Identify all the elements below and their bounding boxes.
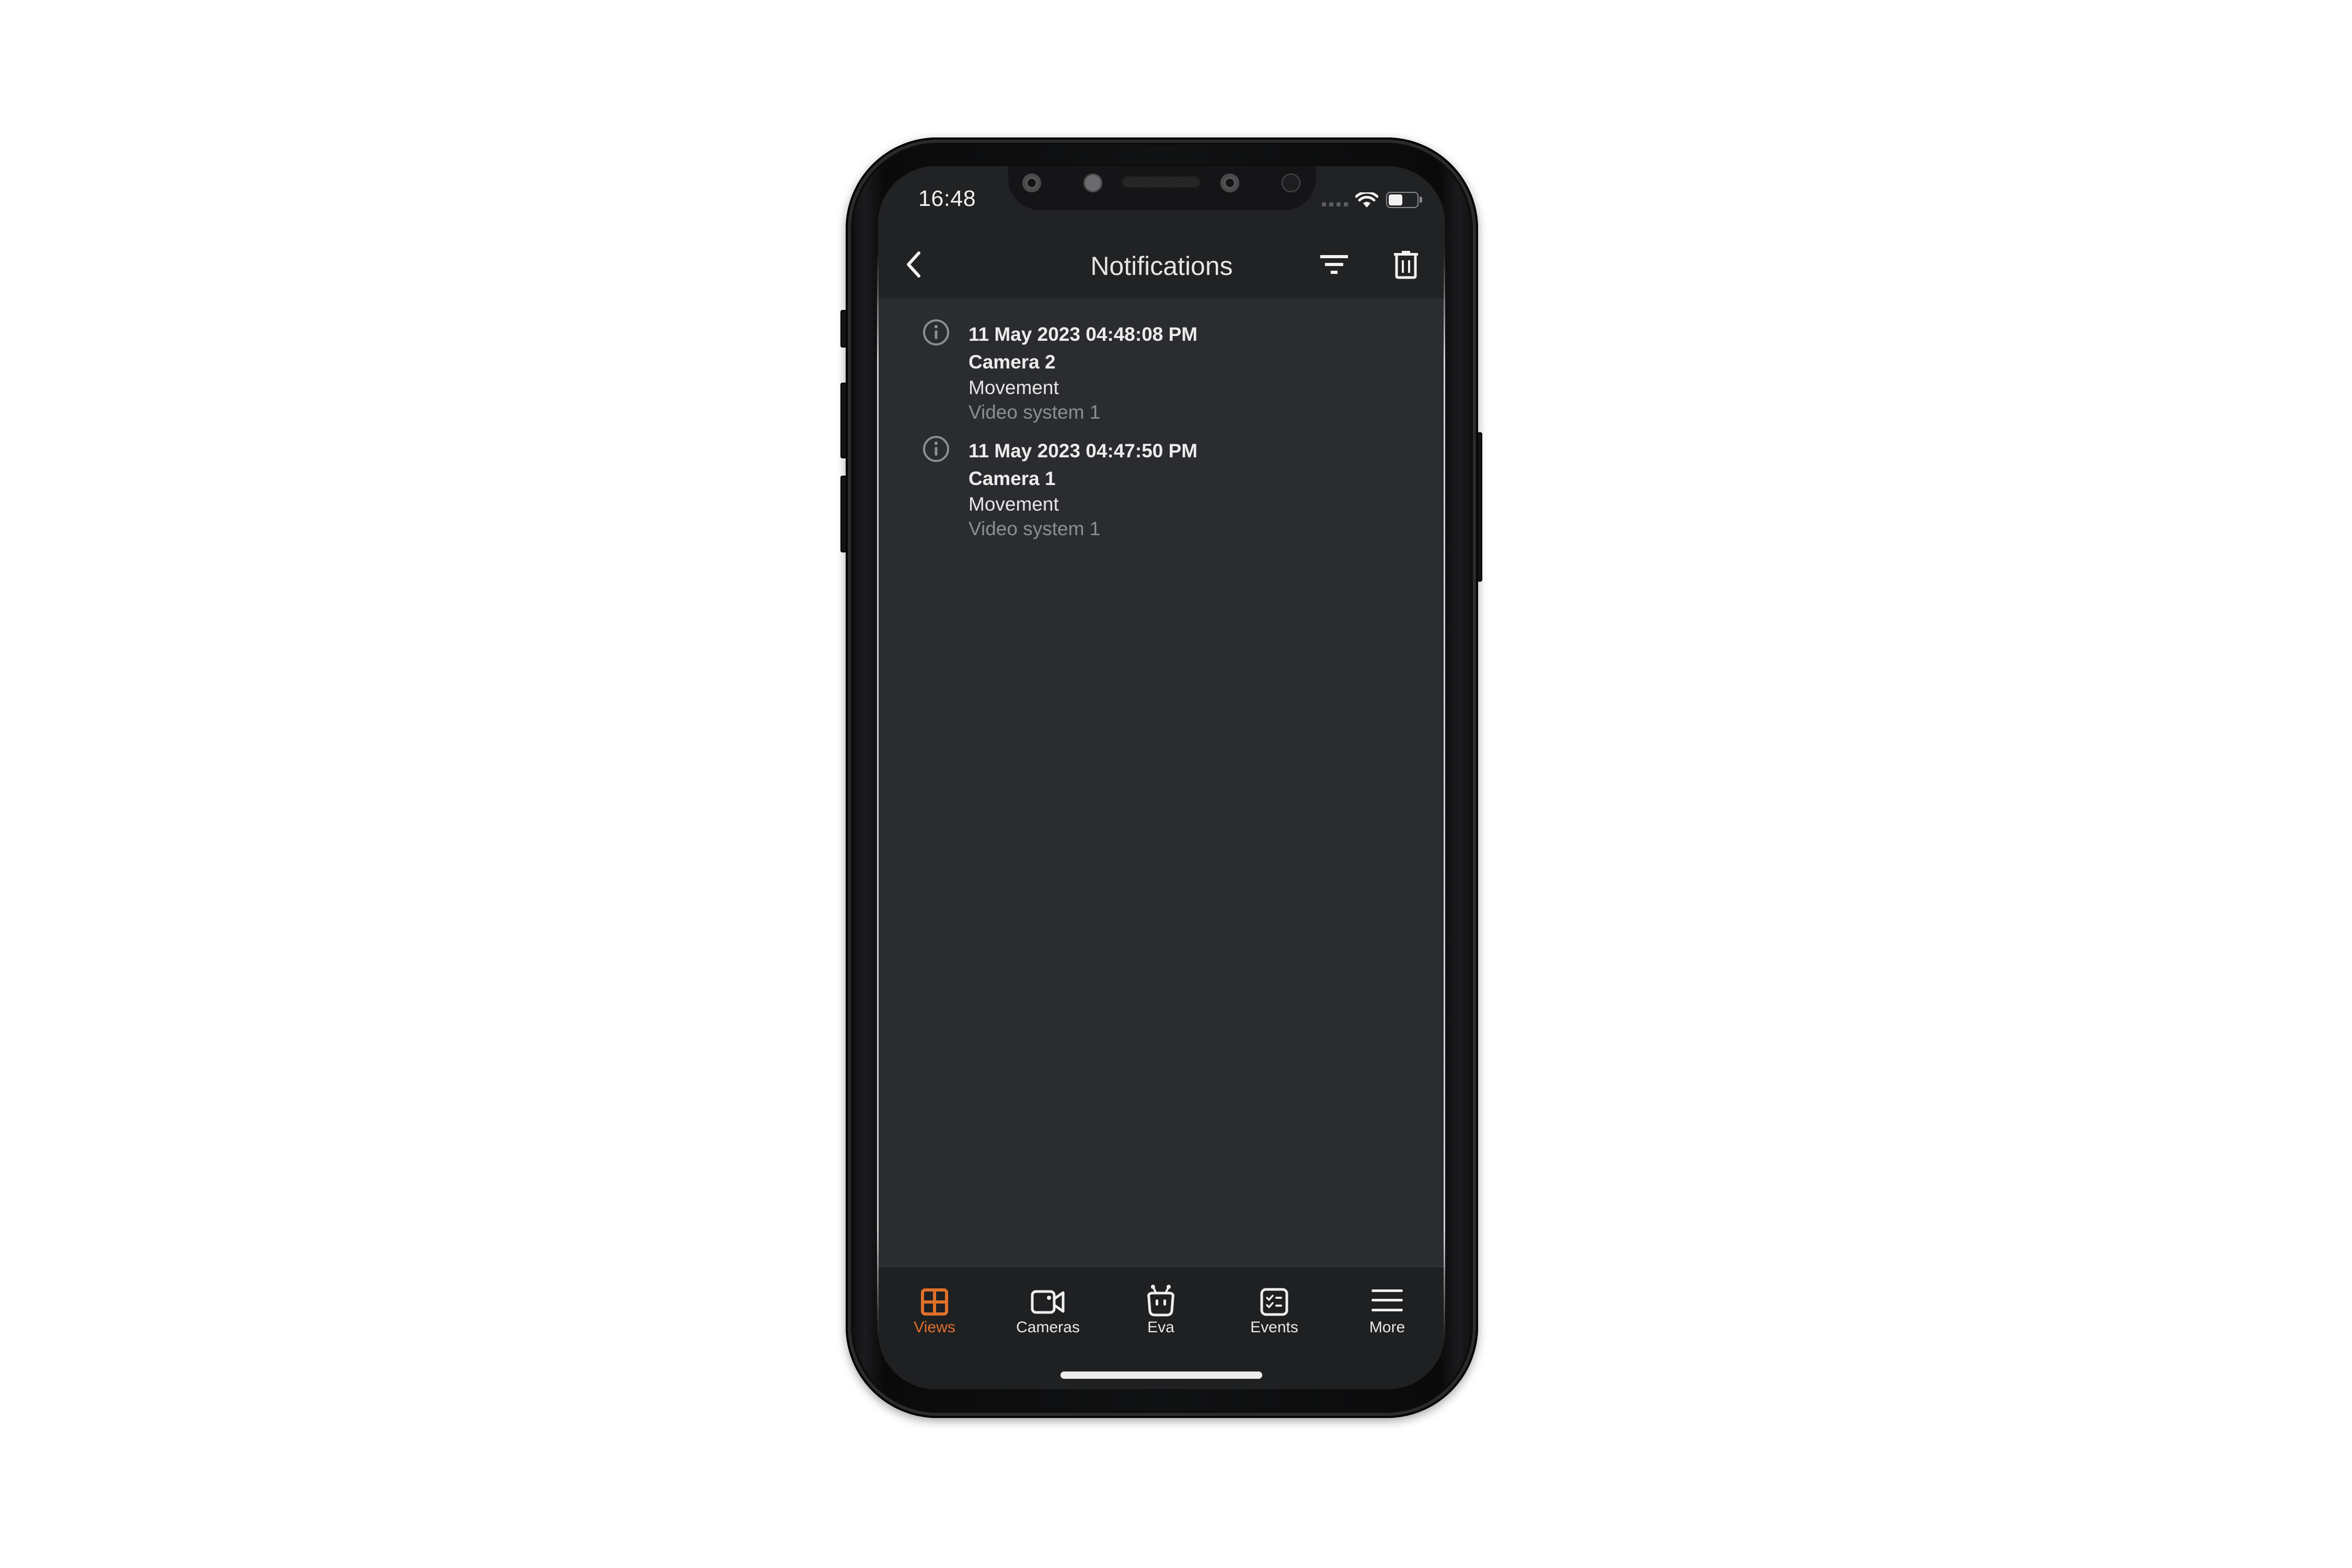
tab-cameras[interactable]: Cameras [991, 1270, 1104, 1336]
notch [1008, 166, 1316, 210]
power-button [1477, 432, 1482, 582]
battery-icon [1386, 192, 1419, 208]
notifications-list: 11 May 2023 04:48:08 PM Camera 2 Movemen… [909, 308, 1432, 549]
wifi-icon [1355, 192, 1378, 207]
volume-down-button [840, 476, 847, 552]
page-title: Notifications [1090, 251, 1233, 281]
tab-label: Eva [1147, 1319, 1174, 1336]
tab-views[interactable]: Views [878, 1270, 991, 1336]
tab-label: Events [1250, 1319, 1298, 1336]
battery-cap [1420, 197, 1422, 203]
tab-events[interactable]: Events [1218, 1270, 1331, 1336]
notification-camera: Camera 2 [969, 351, 1056, 373]
notification-system: Video system 1 [969, 518, 1101, 539]
front-camera-icon [1022, 174, 1041, 192]
notification-camera: Camera 1 [969, 468, 1056, 489]
grid-icon [921, 1288, 948, 1316]
filter-button[interactable] [1320, 254, 1348, 275]
screen-edge-highlight [877, 251, 879, 1338]
info-icon [923, 319, 949, 345]
mute-switch [840, 310, 847, 348]
chevron-left-icon [907, 251, 920, 278]
notification-timestamp: 11 May 2023 04:48:08 PM [969, 324, 1198, 345]
tab-eva[interactable]: Eva [1104, 1270, 1217, 1336]
notification-item[interactable]: 11 May 2023 04:47:50 PM Camera 1 Movemen… [909, 425, 1432, 541]
proximity-sensor-icon [1083, 174, 1102, 192]
notification-system: Video system 1 [969, 401, 1101, 423]
notification-event: Movement [969, 493, 1059, 515]
infrared-camera-icon [1220, 174, 1239, 192]
filter-icon [1320, 255, 1348, 274]
delete-button[interactable] [1393, 250, 1419, 279]
home-indicator[interactable] [1060, 1371, 1262, 1379]
status-time: 16:48 [918, 186, 976, 211]
flood-illuminator-icon [1282, 174, 1300, 192]
notification-item[interactable]: 11 May 2023 04:48:08 PM Camera 2 Movemen… [909, 308, 1432, 424]
back-button[interactable] [903, 250, 924, 279]
checklist-icon [1260, 1288, 1288, 1316]
hamburger-menu-icon [1371, 1289, 1403, 1311]
notification-timestamp: 11 May 2023 04:47:50 PM [969, 440, 1198, 462]
tab-label: More [1369, 1319, 1405, 1336]
signal-dots-icon [1322, 201, 1348, 209]
notification-event: Movement [969, 377, 1059, 398]
volume-up-button [840, 383, 847, 458]
tab-label: Views [914, 1319, 955, 1336]
tab-label: Cameras [1016, 1319, 1080, 1336]
tab-more[interactable]: More [1331, 1270, 1444, 1336]
screen-edge-highlight [1444, 251, 1445, 1338]
trash-icon [1394, 251, 1418, 279]
video-camera-icon [1031, 1290, 1065, 1314]
robot-icon [1147, 1285, 1174, 1317]
earpiece-speaker [1122, 176, 1201, 188]
info-icon [923, 436, 949, 462]
